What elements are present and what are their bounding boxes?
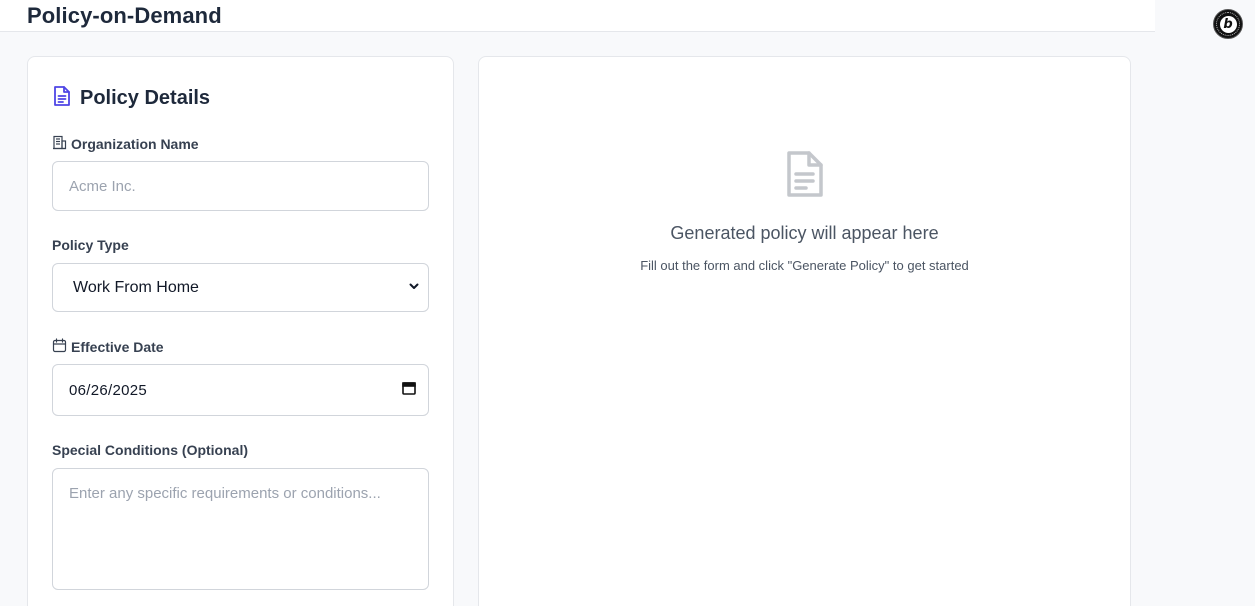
effective-date-value[interactable]: 06/26/2025	[69, 382, 147, 399]
special-conditions-textarea[interactable]	[69, 483, 412, 575]
calendar-picker-icon[interactable]	[402, 381, 416, 399]
effective-date-label-text: Effective Date	[71, 339, 164, 355]
special-conditions-field[interactable]	[52, 468, 429, 590]
effective-date-label: Effective Date	[52, 338, 164, 356]
extension-badge[interactable]: b	[1213, 9, 1243, 39]
org-name-label: Organization Name	[52, 135, 199, 153]
policy-preview-card: Generated policy will appear here Fill o…	[478, 56, 1131, 606]
org-name-label-text: Organization Name	[71, 136, 199, 152]
chevron-down-icon	[408, 279, 420, 296]
badge-letter: b	[1219, 15, 1237, 33]
policy-type-select[interactable]: Work From Home	[52, 263, 429, 312]
special-conditions-label-text: Special Conditions (Optional)	[52, 442, 248, 458]
policy-type-label: Policy Type	[52, 237, 129, 253]
card-title: Policy Details	[80, 87, 211, 109]
app-root: Policy-on-Demand b Policy Details Organi…	[0, 0, 1255, 606]
empty-state-subtitle: Fill out the form and click "Generate Po…	[640, 258, 969, 273]
empty-state-title: Generated policy will appear here	[670, 223, 939, 243]
policy-details-heading: Policy Details	[52, 85, 210, 112]
document-icon	[52, 85, 72, 112]
app-title: Policy-on-Demand	[27, 3, 222, 28]
empty-state: Generated policy will appear here Fill o…	[479, 150, 1130, 273]
calendar-icon	[52, 338, 67, 356]
building-icon	[52, 135, 67, 153]
special-conditions-label: Special Conditions (Optional)	[52, 442, 248, 458]
effective-date-field[interactable]: 06/26/2025	[52, 364, 429, 416]
org-name-field[interactable]	[52, 161, 429, 211]
policy-details-card: Policy Details Organization Name Policy …	[27, 56, 454, 606]
policy-type-label-text: Policy Type	[52, 237, 129, 253]
org-name-input[interactable]	[69, 177, 412, 195]
document-icon	[785, 150, 825, 203]
top-header: Policy-on-Demand	[0, 0, 1155, 32]
policy-type-value: Work From Home	[73, 278, 199, 296]
